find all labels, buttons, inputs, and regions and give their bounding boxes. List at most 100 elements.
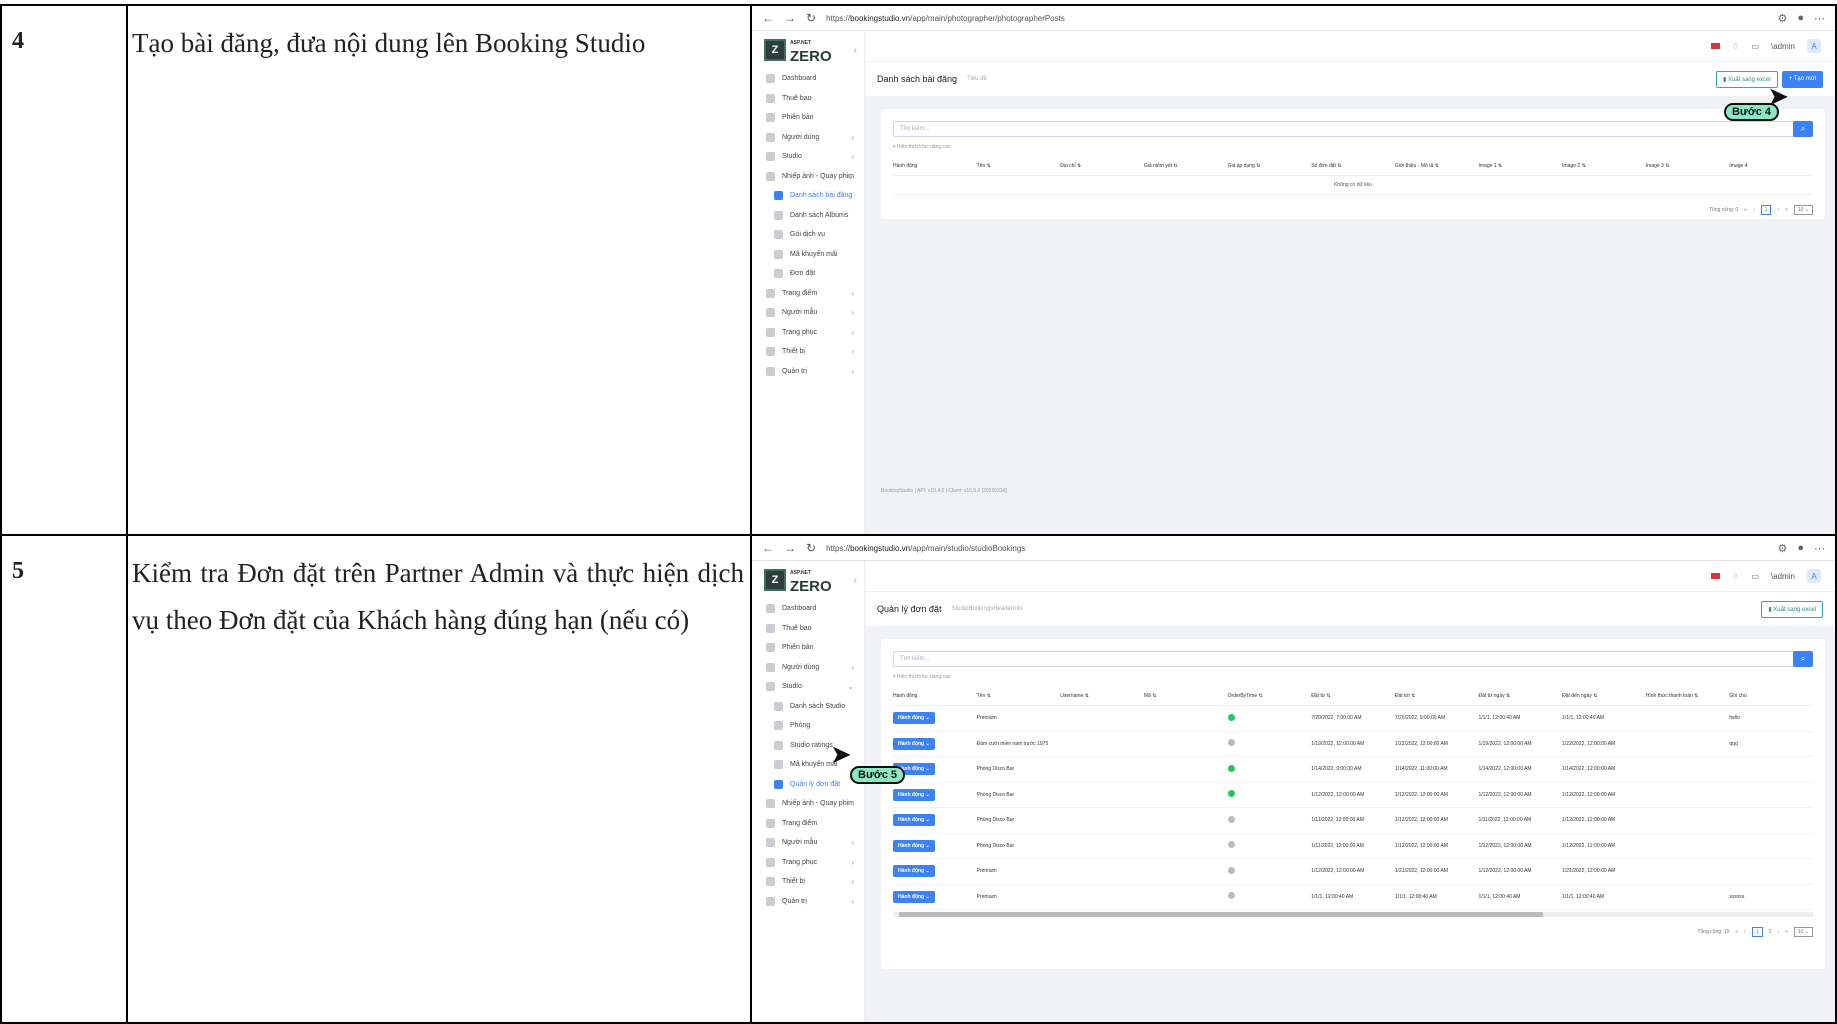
url-text[interactable]: https://bookingstudio.vn/app/main/photog… — [826, 14, 1767, 23]
sidebar-item-models[interactable]: Người mẫu › — [752, 833, 864, 853]
sidebar-item-orders[interactable]: Đơn đặt — [752, 264, 864, 284]
sidebar-item-dashboard[interactable]: Dashboard — [752, 69, 864, 89]
sidebar-item-editions[interactable]: Phiên bản — [752, 638, 864, 658]
cell-note: qqq — [1729, 740, 1738, 747]
collapse-icon[interactable]: ‹ — [854, 45, 857, 56]
more-icon[interactable]: ⋯ — [1814, 542, 1825, 555]
back-icon[interactable]: ← — [762, 541, 774, 555]
language-flag-icon[interactable] — [1711, 43, 1721, 49]
forward-icon[interactable]: → — [784, 541, 796, 555]
sidebar-item-devices[interactable]: Thiết bị › — [752, 342, 864, 362]
procedure-table: 4 Tạo bài đăng, đưa nội dung lên Booking… — [0, 4, 1837, 1024]
url-text[interactable]: https://bookingstudio.vn/app/main/studio… — [826, 544, 1767, 553]
sidebar-item-costumes[interactable]: Trang phục › — [752, 853, 864, 873]
sidebar-item-users[interactable]: Người dùng › — [752, 658, 864, 678]
page-2-button[interactable]: 2 — [1769, 929, 1772, 935]
sidebar-item-posts[interactable]: Danh sách bài đăng — [752, 186, 864, 206]
page-1-button[interactable]: 1 — [1760, 205, 1772, 215]
cell-from-day: 1/1/1, 12:00:40 AM — [1478, 715, 1521, 722]
cell-from-day: 1/1/1, 12:00:40 AM — [1478, 893, 1521, 900]
action-dropdown-button[interactable]: Hành động ⌄ — [893, 814, 977, 827]
action-dropdown-button[interactable]: Hành động ⌄ — [893, 763, 977, 776]
avatar[interactable]: A — [1807, 39, 1821, 53]
search-input[interactable]: Tìm kiếm... ⌕ — [893, 121, 1813, 137]
action-dropdown-button[interactable]: Hành động ⌄ — [893, 788, 977, 801]
sidebar-item-devices[interactable]: Thiết bị › — [752, 872, 864, 892]
chat-icon[interactable]: ▭ — [1751, 42, 1759, 51]
sidebar-item-dashboard[interactable]: Dashboard — [752, 599, 864, 619]
sidebar-item-subscription[interactable]: Thuê bao — [752, 619, 864, 639]
sidebar-item-users[interactable]: Người dùng › — [752, 128, 864, 148]
bell-icon[interactable]: ♢ — [1732, 42, 1739, 51]
action-dropdown-button[interactable]: Hành động ⌄ — [893, 890, 977, 903]
more-icon[interactable]: ⋯ — [1814, 12, 1825, 25]
posts-icon — [774, 191, 783, 201]
table-row: Hành động ⌄ Phòng Disco Bar 1/11/2022, 12:… — [893, 834, 1813, 859]
makeup-icon — [766, 288, 775, 298]
back-icon[interactable]: ← — [762, 11, 774, 25]
action-dropdown-button[interactable]: Hành động ⌄ — [893, 737, 977, 750]
empty-state: Không có dữ liệu — [893, 176, 1813, 195]
next-page-icon[interactable]: › — [1777, 929, 1779, 935]
collapse-icon[interactable]: ‹ — [854, 575, 857, 586]
folder-icon — [774, 210, 783, 220]
cell-from: 1/11/2022, 12:00:00 AM — [1311, 817, 1364, 824]
first-page-icon[interactable]: « — [1744, 207, 1747, 213]
search-input[interactable]: Tìm kiếm... ⌕ — [893, 651, 1813, 667]
sidebar-item-admin[interactable]: Quản trị › — [752, 892, 864, 912]
forward-icon[interactable]: → — [784, 11, 796, 25]
profile-icon[interactable]: ● — [1797, 542, 1804, 555]
page-size-select[interactable]: 10 ⌄ — [1793, 205, 1813, 215]
sidebar-item-rooms[interactable]: Phòng — [752, 716, 864, 736]
sidebar-item-costumes[interactable]: Trang phục › — [752, 323, 864, 343]
camera-icon — [766, 171, 775, 181]
advanced-filter-toggle[interactable]: ▾ Hiển thị bộ lọc nâng cao — [893, 144, 1813, 150]
last-page-icon[interactable]: » — [1785, 207, 1788, 213]
page-1-button[interactable]: 1 — [1751, 927, 1763, 937]
sidebar-item-packages[interactable]: Gói dịch vụ — [752, 225, 864, 245]
avatar[interactable]: A — [1807, 569, 1821, 583]
sidebar-item-models[interactable]: Người mẫu › — [752, 303, 864, 323]
sidebar-item-makeup[interactable]: Trang điểm — [752, 814, 864, 834]
sidebar-item-photography[interactable]: Nhiếp ảnh - Quay phim — [752, 794, 864, 814]
sidebar-item-photography[interactable]: Nhiếp ảnh - Quay phim ⌄ — [752, 167, 864, 187]
export-excel-button[interactable]: ▮ Xuất sang excel — [1761, 600, 1823, 618]
sidebar-item-studio-list[interactable]: Danh sách Studio — [752, 697, 864, 717]
next-page-icon[interactable]: › — [1777, 207, 1779, 213]
sidebar-item-editions[interactable]: Phiên bản — [752, 108, 864, 128]
page-size-select[interactable]: 10 ⌄ — [1793, 927, 1813, 937]
sidebar-item-makeup[interactable]: Trang điểm › — [752, 284, 864, 304]
horizontal-scrollbar[interactable] — [893, 912, 1813, 917]
action-dropdown-button[interactable]: Hành động ⌄ — [893, 839, 977, 852]
sidebar-item-admin[interactable]: Quản trị › — [752, 362, 864, 382]
chat-icon[interactable]: ▭ — [1751, 572, 1759, 581]
action-dropdown-button[interactable]: Hành động ⌄ — [893, 712, 977, 725]
extensions-icon[interactable]: ⚙ — [1777, 12, 1787, 25]
search-icon[interactable]: ⌕ — [1793, 121, 1813, 137]
status-icon — [1227, 892, 1312, 901]
advanced-filter-toggle[interactable]: ▾ Hiển thị bộ lọc nâng cao — [893, 674, 1813, 680]
username[interactable]: \admin — [1771, 572, 1795, 581]
bell-icon[interactable]: ♢ — [1732, 572, 1739, 581]
browser-window: ← → ↻ https://bookingstudio.vn/app/main/… — [752, 536, 1835, 1022]
extensions-icon[interactable]: ⚙ — [1777, 542, 1787, 555]
username[interactable]: \admin — [1771, 42, 1795, 51]
action-dropdown-button[interactable]: Hành động ⌄ — [893, 865, 977, 878]
last-page-icon[interactable]: » — [1785, 929, 1788, 935]
reload-icon[interactable]: ↻ — [806, 11, 816, 25]
sidebar-item-studio[interactable]: Studio › — [752, 147, 864, 167]
cell-from-day: 1/14/2022, 12:00:00 AM — [1478, 766, 1532, 773]
prev-page-icon[interactable]: ‹ — [1753, 207, 1755, 213]
search-icon[interactable]: ⌕ — [1793, 651, 1813, 667]
list-card: Tìm kiếm... ⌕ ▾ Hiển thị bộ lọc nâng cao … — [881, 109, 1825, 219]
sidebar-item-albums[interactable]: Danh sách Albums — [752, 206, 864, 226]
sidebar-item-subscription[interactable]: Thuê bao — [752, 89, 864, 109]
sidebar-item-bookings[interactable]: Quản lý đơn đặt — [752, 775, 864, 795]
reload-icon[interactable]: ↻ — [806, 541, 816, 555]
language-flag-icon[interactable] — [1711, 573, 1721, 579]
sidebar-item-studio[interactable]: Studio ⌄ — [752, 677, 864, 697]
first-page-icon[interactable]: « — [1735, 929, 1738, 935]
profile-icon[interactable]: ● — [1797, 12, 1804, 25]
prev-page-icon[interactable]: ‹ — [1744, 929, 1746, 935]
sidebar-item-promotions[interactable]: Mã khuyến mãi — [752, 245, 864, 265]
